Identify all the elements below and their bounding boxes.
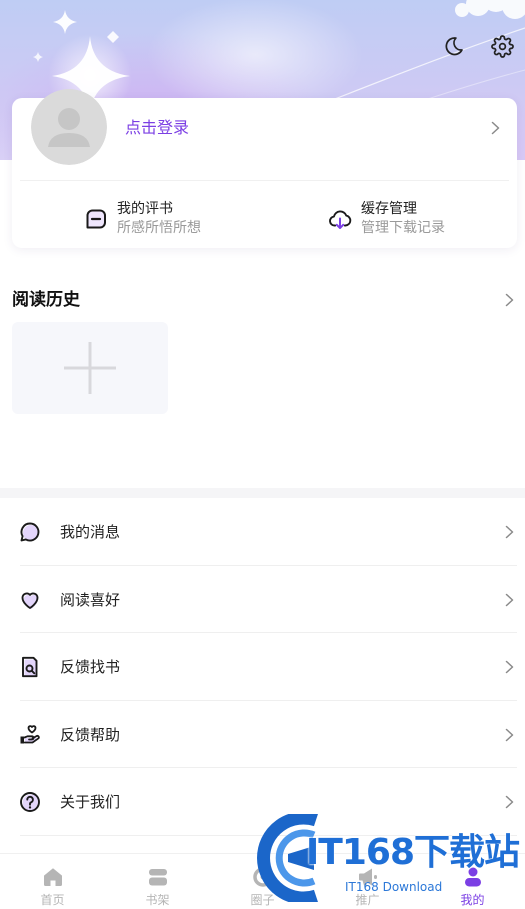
tab-label: 推广 <box>355 893 380 907</box>
tab-label: 我的 <box>460 893 485 907</box>
message-icon <box>20 522 40 542</box>
profile-icon <box>464 867 481 887</box>
profile-card: 点击登录 我的评书 所感所悟所想 缓存管理 管理下载记录 <box>12 89 517 248</box>
chevron-right-icon <box>505 728 514 741</box>
gear-icon <box>491 35 514 58</box>
community-icon <box>252 867 273 887</box>
tab-label: 圈子 <box>250 893 275 907</box>
menu-item-reading-preferences[interactable]: 阅读喜好 <box>0 566 525 633</box>
bookshelf-icon <box>148 869 167 886</box>
card-divider <box>20 180 509 181</box>
section-title: 阅读历史 <box>12 290 80 310</box>
shortcut-cache-management[interactable]: 缓存管理 管理下载记录 <box>328 200 445 238</box>
bottom-tab-bar: 首页 书架 圈子 推广 我的 <box>0 853 525 909</box>
cloud-decoration <box>455 0 525 19</box>
shortcut-subtitle: 所感所悟所想 <box>117 220 201 236</box>
moon-icon <box>445 37 463 56</box>
menu-item-label: 我的消息 <box>60 523 121 541</box>
question-icon <box>20 792 40 812</box>
menu-item-label: 关于我们 <box>60 793 121 811</box>
menu-item-request-book[interactable]: 反馈找书 <box>0 633 525 701</box>
promote-icon <box>358 868 377 886</box>
menu-item-label: 反馈找书 <box>60 658 121 676</box>
shortcut-title: 我的评书 <box>117 201 173 217</box>
cloud-download-icon <box>329 210 352 229</box>
comment-icon <box>86 209 106 229</box>
help-hand-icon <box>20 724 40 743</box>
menu-divider <box>20 834 517 836</box>
reading-history-header[interactable]: 阅读历史 <box>0 287 525 313</box>
tab-label: 首页 <box>40 893 65 907</box>
chevron-right-icon <box>505 660 514 674</box>
home-icon <box>43 868 62 886</box>
menu-item-label: 阅读喜好 <box>60 590 121 609</box>
shortcut-title: 缓存管理 <box>361 201 417 217</box>
tab-community[interactable]: 圈子 <box>210 854 315 909</box>
settings-button[interactable] <box>491 35 514 58</box>
menu-item-label: 反馈帮助 <box>60 725 121 744</box>
tab-promote[interactable]: 推广 <box>315 854 420 909</box>
heart-icon <box>21 592 39 609</box>
shortcut-text: 缓存管理 管理下载记录 <box>361 200 445 238</box>
add-history-button[interactable] <box>12 322 168 414</box>
menu-item-about-us[interactable]: 关于我们 <box>0 768 525 836</box>
menu-item-messages[interactable]: 我的消息 <box>0 498 525 566</box>
chevron-right-icon <box>505 525 514 539</box>
login-row[interactable]: 点击登录 <box>12 89 517 180</box>
shortcut-subtitle: 管理下载记录 <box>361 220 445 236</box>
chevron-right-icon <box>491 121 500 135</box>
tab-label: 书架 <box>145 893 170 907</box>
menu-item-feedback-help[interactable]: 反馈帮助 <box>0 701 525 768</box>
chevron-right-icon <box>505 293 514 307</box>
tab-profile[interactable]: 我的 <box>420 854 525 909</box>
section-divider <box>0 488 525 498</box>
chevron-right-icon <box>505 795 514 809</box>
login-link[interactable]: 点击登录 <box>125 116 189 140</box>
settings-menu: 我的消息 阅读喜好 反馈找书 反馈帮助 关于我们 <box>0 498 525 836</box>
search-book-icon <box>22 656 38 678</box>
default-avatar-icon <box>31 89 107 165</box>
shortcut-text: 我的评书 所感所悟所想 <box>117 200 201 238</box>
plus-icon <box>64 342 116 394</box>
tab-bookshelf[interactable]: 书架 <box>105 854 210 909</box>
avatar[interactable] <box>31 89 107 165</box>
tab-home[interactable]: 首页 <box>0 854 105 909</box>
chevron-right-icon <box>505 593 514 606</box>
shortcut-my-reviews[interactable]: 我的评书 所感所悟所想 <box>84 200 201 238</box>
profile-page: 点击登录 我的评书 所感所悟所想 缓存管理 管理下载记录 阅读历史 我的消息 阅… <box>0 0 525 909</box>
night-mode-button[interactable] <box>442 35 465 58</box>
